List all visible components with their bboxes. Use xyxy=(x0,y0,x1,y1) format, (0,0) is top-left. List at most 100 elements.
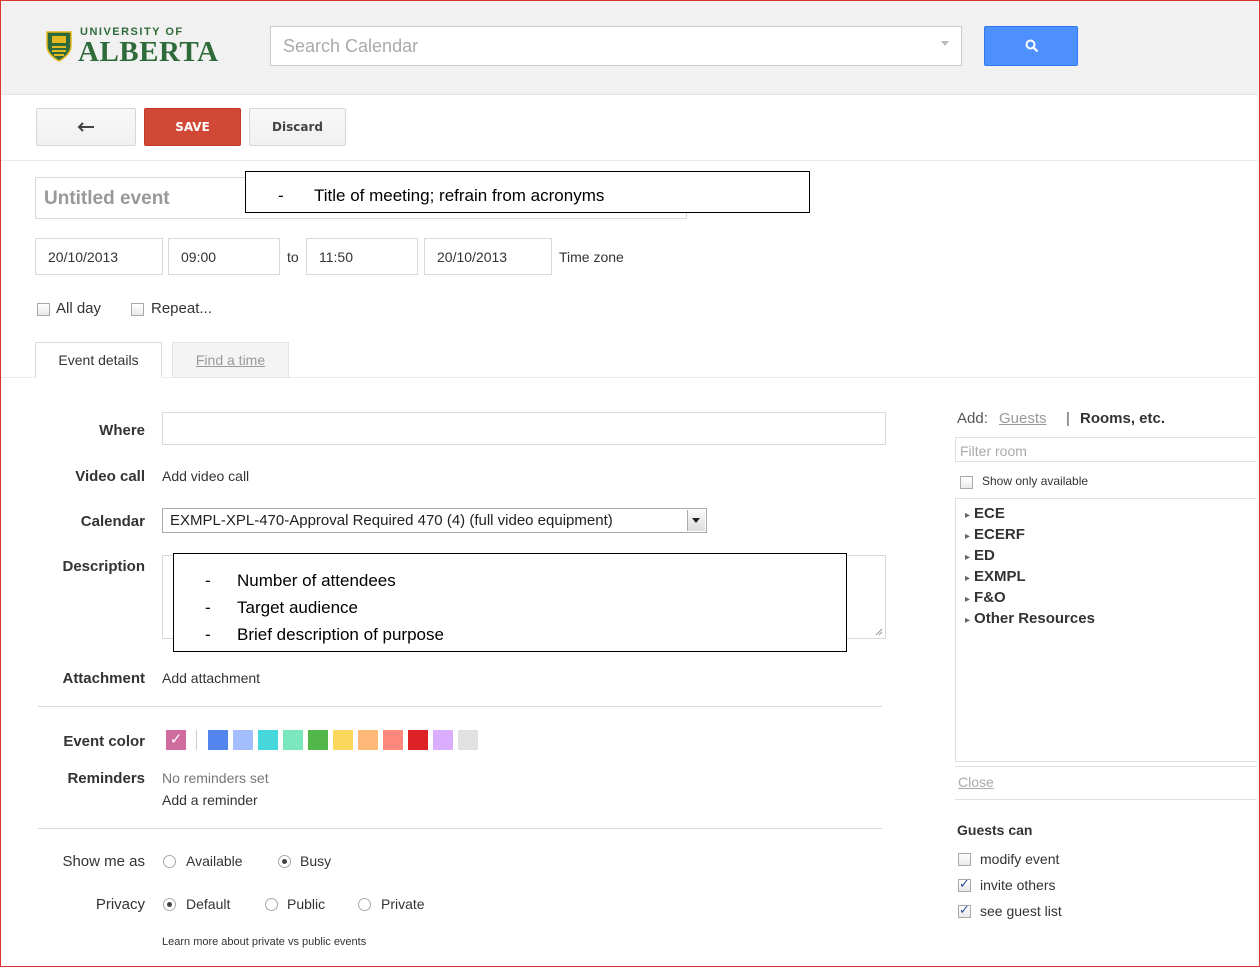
annotation-bullet: - xyxy=(205,625,211,644)
guests-can-label: Guests can xyxy=(957,822,1033,838)
all-day-label: All day xyxy=(56,300,102,317)
back-arrow-icon xyxy=(77,122,94,132)
room-group-label: Other Resources xyxy=(974,610,1095,627)
color-swatch[interactable] xyxy=(258,730,278,750)
swatch-divider xyxy=(196,730,197,750)
back-button[interactable] xyxy=(36,108,136,146)
guests-link[interactable]: Guests xyxy=(999,410,1047,427)
permission-checkbox[interactable] xyxy=(958,853,971,866)
room-group-item[interactable]: ▸ Other Resources xyxy=(965,610,1095,627)
available-radio[interactable] xyxy=(163,855,176,868)
selected-color-swatch[interactable]: ✓ xyxy=(166,730,186,750)
calendar-select-value: EXMPL-XPL-470-Approval Required 470 (4) … xyxy=(170,512,613,529)
reminders-label: Reminders xyxy=(67,770,145,787)
description-annotation: - Number of attendees - Target audience … xyxy=(173,553,847,652)
section-divider xyxy=(38,706,882,707)
repeat-checkbox[interactable] xyxy=(131,303,144,316)
rooms-tab[interactable]: Rooms, etc. xyxy=(1080,410,1165,427)
color-swatch[interactable] xyxy=(208,730,228,750)
expand-arrow-icon[interactable]: ▸ xyxy=(965,552,970,563)
to-label: to xyxy=(287,249,299,265)
default-privacy-radio[interactable] xyxy=(163,898,176,911)
time-zone-link[interactable]: Time zone xyxy=(559,249,624,265)
add-reminder-link[interactable]: Add a reminder xyxy=(162,792,258,808)
where-label: Where xyxy=(99,422,145,439)
shield-icon xyxy=(46,31,72,62)
color-swatch[interactable] xyxy=(308,730,328,750)
color-swatch[interactable] xyxy=(283,730,303,750)
annotation-bullet: - xyxy=(205,571,211,590)
color-swatch[interactable] xyxy=(408,730,428,750)
filter-room-placeholder: Filter room xyxy=(960,443,1027,459)
permission-checkbox[interactable] xyxy=(958,902,971,918)
save-button[interactable]: SAVE xyxy=(144,108,241,146)
search-button[interactable] xyxy=(984,26,1078,66)
where-input[interactable] xyxy=(162,412,886,445)
calendar-select[interactable]: EXMPL-XPL-470-Approval Required 470 (4) … xyxy=(162,508,707,533)
show-only-available-checkbox[interactable] xyxy=(960,476,973,489)
annotation-attendees: Number of attendees xyxy=(237,571,396,590)
room-group-item[interactable]: ▸ ECE xyxy=(965,505,1005,522)
color-swatch[interactable] xyxy=(333,730,353,750)
permission-checkbox[interactable] xyxy=(958,876,971,892)
room-group-label: ECE xyxy=(974,505,1005,522)
room-group-label: ECERF xyxy=(974,526,1025,543)
learn-more-link[interactable]: Learn more about private vs public event… xyxy=(162,936,366,948)
annotation-bullet: - xyxy=(278,186,284,205)
available-label: Available xyxy=(186,853,243,869)
expand-arrow-icon[interactable]: ▸ xyxy=(965,594,970,605)
room-group-label: F&O xyxy=(974,589,1006,606)
start-time-field[interactable]: 09:00 xyxy=(168,238,280,275)
room-group-item[interactable]: ▸ ED xyxy=(965,547,995,564)
expand-arrow-icon[interactable]: ▸ xyxy=(965,510,970,521)
color-swatch[interactable] xyxy=(458,730,478,750)
end-time-field[interactable]: 11:50 xyxy=(306,238,418,275)
start-date-field[interactable]: 20/10/2013 xyxy=(35,238,163,275)
color-swatch[interactable] xyxy=(358,730,378,750)
room-group-item[interactable]: ▸ EXMPL xyxy=(965,568,1026,585)
section-divider xyxy=(38,828,882,829)
color-swatch[interactable] xyxy=(433,730,453,750)
attachment-label: Attachment xyxy=(62,670,145,687)
toolbar-divider xyxy=(1,160,1258,161)
room-group-item[interactable]: ▸ ECERF xyxy=(965,526,1025,543)
annotation-bullet: - xyxy=(205,598,211,617)
busy-radio[interactable] xyxy=(278,855,291,868)
tab-event-details[interactable]: Event details xyxy=(35,342,162,378)
expand-arrow-icon[interactable]: ▸ xyxy=(965,573,970,584)
show-only-available-label: Show only available xyxy=(982,474,1089,488)
room-group-item[interactable]: ▸ F&O xyxy=(965,589,1006,606)
default-privacy-label: Default xyxy=(186,896,231,912)
title-annotation-text: Title of meeting; refrain from acronyms xyxy=(314,186,605,205)
expand-arrow-icon[interactable]: ▸ xyxy=(965,615,970,626)
search-dropdown-icon[interactable] xyxy=(941,41,949,46)
chevron-down-icon[interactable] xyxy=(687,510,705,531)
end-date-field[interactable]: 20/10/2013 xyxy=(424,238,552,275)
filter-room-input[interactable]: Filter room xyxy=(955,437,1257,462)
add-attachment-link[interactable]: Add attachment xyxy=(162,670,260,686)
university-logo[interactable]: UNIVERSITY OF ALBERTA xyxy=(46,26,226,70)
public-radio[interactable] xyxy=(265,898,278,911)
permission-label: see guest list xyxy=(980,903,1062,919)
all-day-checkbox[interactable] xyxy=(37,303,50,316)
color-swatch[interactable] xyxy=(233,730,253,750)
repeat-label[interactable]: Repeat... xyxy=(151,300,212,317)
search-icon xyxy=(1025,39,1039,53)
logo-line2: ALBERTA xyxy=(78,36,219,68)
color-swatch[interactable] xyxy=(383,730,403,750)
search-box xyxy=(270,26,962,66)
tab-find-a-time[interactable]: Find a time xyxy=(172,342,289,378)
room-list-divider xyxy=(955,766,1257,767)
close-link[interactable]: Close xyxy=(958,774,994,790)
search-input[interactable] xyxy=(281,27,925,65)
close-divider xyxy=(955,799,1257,800)
public-label: Public xyxy=(287,896,326,912)
private-radio[interactable] xyxy=(358,898,371,911)
expand-arrow-icon[interactable]: ▸ xyxy=(965,531,970,542)
discard-button[interactable]: Discard xyxy=(249,108,346,146)
add-label: Add: xyxy=(957,410,988,427)
permission-label: invite others xyxy=(980,877,1056,893)
private-label: Private xyxy=(381,896,425,912)
resize-handle-icon[interactable] xyxy=(875,628,883,636)
add-video-call-link[interactable]: Add video call xyxy=(162,468,249,484)
